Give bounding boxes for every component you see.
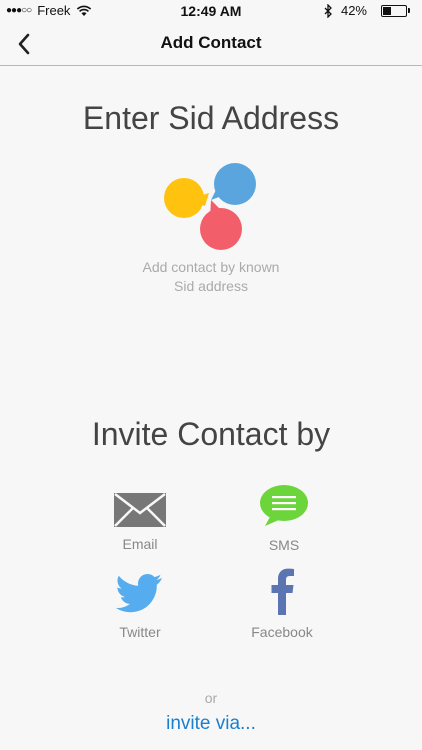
sid-section-title[interactable]: Enter Sid Address: [0, 100, 422, 137]
invite-facebook-label: Facebook: [251, 624, 313, 640]
bluetooth-icon: [324, 3, 332, 18]
invite-section-title: Invite Contact by: [91, 416, 331, 452]
battery-body: [381, 4, 407, 17]
invite-twitter-label: Twitter: [119, 624, 161, 640]
status-bar: ●●●○○ Freek 12:49 AM 42%: [0, 0, 422, 22]
invite-sms-button[interactable]: SMS: [244, 484, 324, 553]
sid-caption-line1: Add contact by known: [142, 259, 280, 275]
invite-email-label: Email: [122, 536, 158, 552]
battery-fill: [383, 6, 392, 15]
invite-email-button[interactable]: Email: [100, 493, 180, 552]
invite-facebook-button[interactable]: Facebook: [242, 567, 322, 640]
battery-percent: 42%: [340, 3, 367, 18]
twitter-icon: [115, 574, 162, 613]
sms-icon: [260, 485, 308, 526]
battery-icon: [375, 4, 410, 17]
or-separator: or: [204, 690, 218, 706]
page-title: Add Contact: [160, 33, 262, 52]
sid-caption-line2: Sid address: [174, 278, 248, 294]
invite-via-link[interactable]: invite via...: [0, 713, 422, 735]
status-right: 42%: [324, 3, 410, 18]
invite-twitter-button[interactable]: Twitter: [100, 573, 180, 640]
sid-caption: Add contact by known Sid address: [0, 258, 422, 296]
battery-tip: [408, 8, 410, 13]
mail-icon: [114, 493, 166, 527]
sid-logo-icon[interactable]: [161, 160, 261, 255]
invite-sms-label: SMS: [268, 537, 300, 553]
navigation-bar: Add Contact: [0, 22, 422, 66]
facebook-icon: [271, 568, 294, 615]
